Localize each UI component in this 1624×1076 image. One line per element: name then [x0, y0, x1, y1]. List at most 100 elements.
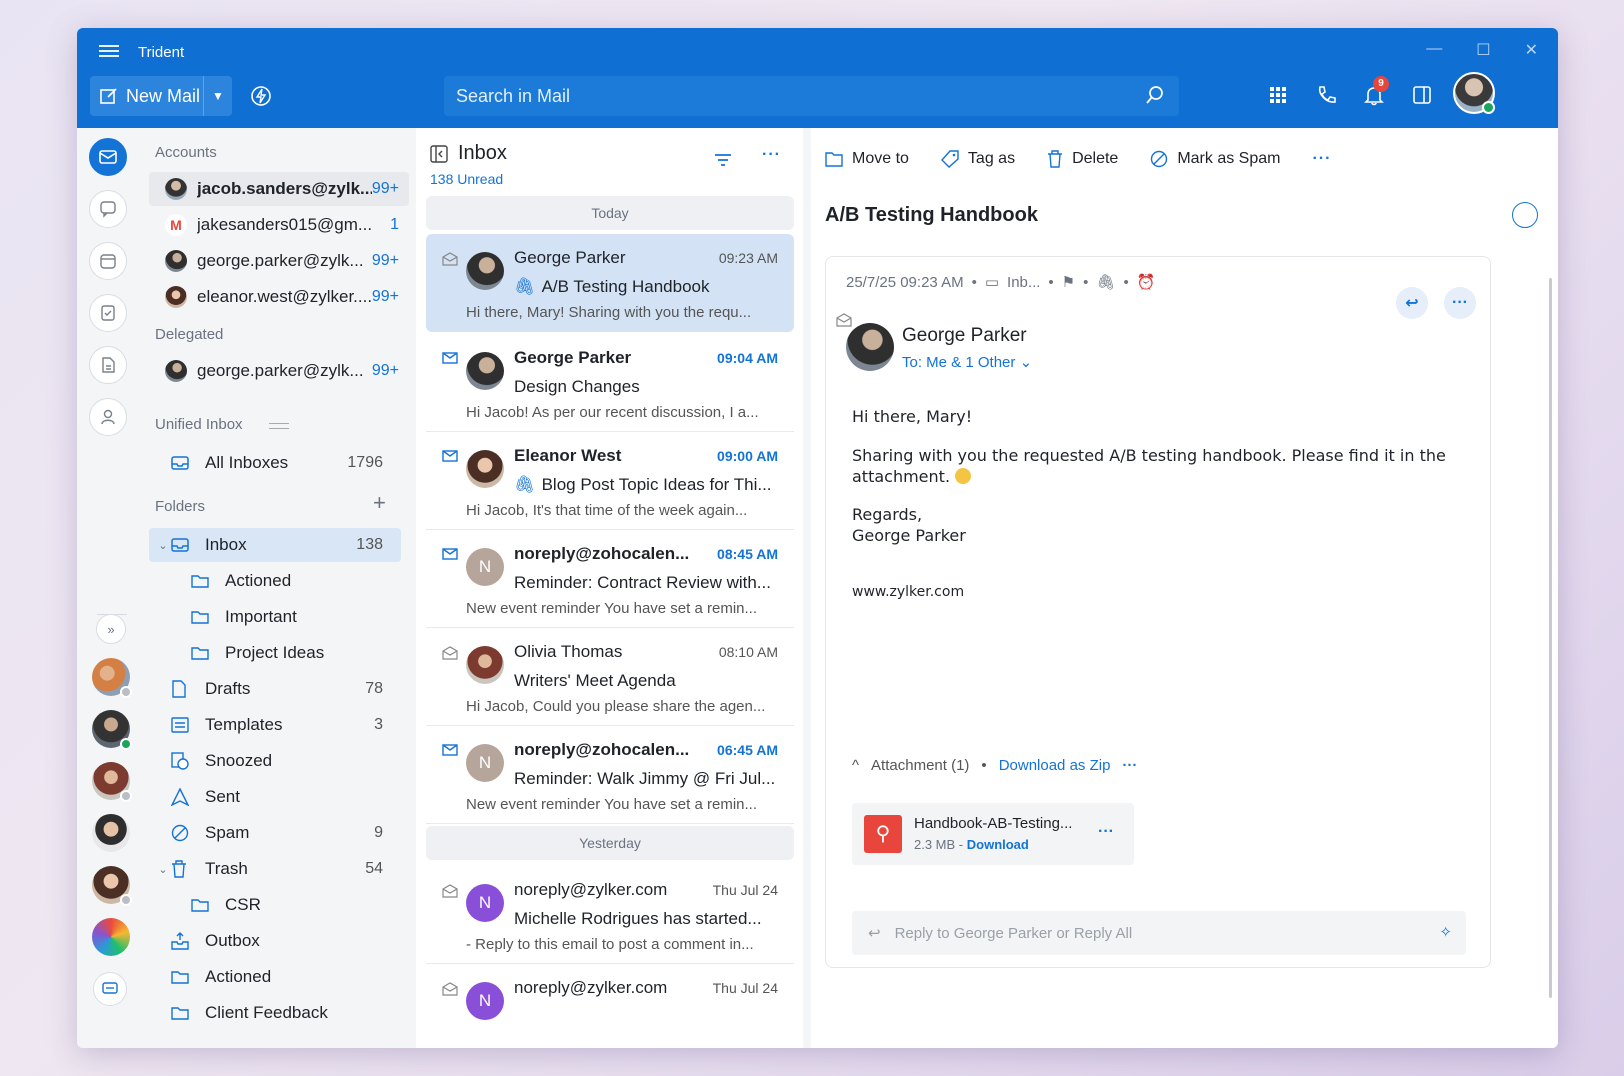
read-envelope-icon[interactable]	[442, 252, 458, 266]
attachment-label[interactable]: Attachment (1)	[871, 757, 969, 774]
chevron-down-icon[interactable]: ⌄	[155, 863, 171, 876]
mail-item[interactable]: Olivia Thomas 08:10 AM Writers' Meet Age…	[426, 628, 794, 726]
feedback-icon[interactable]	[93, 972, 127, 1006]
resize-grip[interactable]	[269, 423, 289, 429]
chat-app-icon[interactable]	[89, 190, 127, 228]
contact-avatar[interactable]	[92, 710, 132, 750]
download-zip-link[interactable]: Download as Zip	[999, 757, 1111, 774]
delete-button[interactable]: Delete	[1047, 150, 1118, 168]
folder-actioned[interactable]: Actioned	[149, 960, 401, 994]
new-mail-button[interactable]: New Mail ▼	[90, 76, 232, 116]
mail-sender: noreply@zylker.com	[514, 880, 668, 899]
recipients-toggle[interactable]: To: Me & 1 Other ⌄	[902, 353, 1032, 371]
mail-item[interactable]: N noreply@zylker.com Thu Jul 24 Michelle…	[426, 866, 794, 964]
reminder-clock-icon[interactable]: ⏰	[1137, 273, 1156, 291]
share-icon[interactable]	[1512, 202, 1538, 228]
message-folder[interactable]: Inb...	[1007, 274, 1040, 291]
folder-templates[interactable]: Templates 3	[149, 708, 401, 742]
filter-icon[interactable]	[714, 152, 732, 168]
folder-drafts[interactable]: Drafts 78	[149, 672, 401, 706]
folder-spam[interactable]: Spam 9	[149, 816, 401, 850]
expand-rail-icon[interactable]: »	[96, 614, 126, 644]
folder-snoozed[interactable]: Snoozed	[149, 744, 401, 778]
unread-envelope-icon[interactable]	[442, 450, 458, 462]
apps-grid-icon[interactable]	[1267, 84, 1289, 106]
scrollbar[interactable]	[1549, 278, 1552, 998]
maximize-icon[interactable]: ☐	[1476, 40, 1490, 60]
contact-avatar[interactable]	[92, 658, 132, 698]
sender-avatar[interactable]	[846, 323, 894, 371]
contacts-app-icon[interactable]	[89, 398, 127, 436]
unread-envelope-icon[interactable]	[442, 548, 458, 560]
folder-sent[interactable]: Sent	[149, 780, 401, 814]
folder-actioned[interactable]: Actioned	[149, 564, 401, 598]
folder-trash[interactable]: ⌄ Trash 54	[149, 852, 401, 886]
hamburger-menu-icon[interactable]	[99, 42, 119, 62]
notes-app-icon[interactable]	[89, 346, 127, 384]
mail-app-icon[interactable]	[89, 138, 127, 176]
contact-avatar[interactable]	[92, 918, 130, 956]
close-icon[interactable]: ✕	[1525, 40, 1538, 60]
folder-outbox[interactable]: Outbox	[149, 924, 401, 958]
tasks-app-icon[interactable]	[89, 294, 127, 332]
attachment-options-icon[interactable]: ···	[1098, 823, 1114, 841]
add-folder-icon[interactable]: +	[373, 490, 386, 516]
more-options-icon[interactable]: ···	[762, 146, 781, 168]
contact-avatar[interactable]	[92, 814, 130, 852]
user-avatar[interactable]	[1453, 72, 1495, 114]
chevron-up-icon[interactable]: ^	[852, 757, 859, 774]
unread-envelope-icon[interactable]	[442, 352, 458, 364]
account-item[interactable]: eleanor.west@zylker.... 99+	[149, 280, 409, 314]
tag-as-button[interactable]: Tag as	[940, 150, 1015, 168]
mail-item[interactable]: Eleanor West 09:00 AM 🖇 Blog Post Topic I…	[426, 432, 794, 530]
attachment-card[interactable]: ⚲ Handbook-AB-Testing... 2.3 MB - Downlo…	[852, 803, 1134, 865]
attachment-download-link[interactable]: Download	[967, 837, 1029, 852]
folder-client-feedback[interactable]: Client Feedback	[149, 996, 401, 1030]
chevron-down-icon[interactable]: ⌄	[155, 539, 171, 552]
read-envelope-icon[interactable]	[442, 982, 458, 996]
minimize-icon[interactable]: —	[1426, 40, 1442, 60]
ai-sparkle-icon[interactable]: ✧	[1439, 923, 1452, 941]
mark-as-spam-button[interactable]: Mark as Spam	[1150, 150, 1280, 168]
folder-csr[interactable]: CSR	[149, 888, 401, 922]
sender-name[interactable]: George Parker	[902, 325, 1027, 347]
mail-item[interactable]: N noreply@zohocalen... 08:45 AM Reminder…	[426, 530, 794, 628]
phone-icon[interactable]	[1315, 84, 1337, 106]
chevron-down-icon[interactable]: ▼	[204, 89, 232, 103]
calendar-app-icon[interactable]	[89, 242, 127, 280]
contact-avatar[interactable]	[92, 866, 132, 906]
contact-avatar[interactable]	[92, 762, 132, 802]
read-envelope-icon[interactable]	[442, 884, 458, 898]
mail-item[interactable]: George Parker 09:04 AM Design Changes Hi…	[426, 334, 794, 432]
quick-actions-icon[interactable]	[249, 84, 273, 108]
move-to-button[interactable]: Move to	[825, 150, 909, 168]
collapse-pane-icon[interactable]	[430, 144, 448, 163]
quick-reply-input[interactable]: ↩ Reply to George Parker or Reply All ✧	[852, 911, 1466, 955]
flag-icon[interactable]: ⚑	[1062, 273, 1075, 291]
unread-envelope-icon[interactable]	[442, 744, 458, 756]
side-panel-icon[interactable]	[1411, 84, 1433, 106]
search-input[interactable]: Search in Mail	[444, 76, 1179, 116]
folder-project-ideas[interactable]: Project Ideas	[149, 636, 401, 670]
attachment-more-icon[interactable]: ···	[1122, 757, 1137, 774]
paperclip-icon[interactable]: 🖇	[1096, 273, 1115, 291]
more-actions-icon[interactable]: ···	[1312, 150, 1331, 168]
reply-button[interactable]: ↩	[1396, 287, 1428, 319]
notifications-button[interactable]: 9	[1363, 76, 1389, 106]
mail-item[interactable]: N noreply@zohocalen... 06:45 AM Reminder…	[426, 726, 794, 824]
account-item[interactable]: george.parker@zylk... 99+	[149, 244, 409, 278]
message-more-button[interactable]: ···	[1444, 287, 1476, 319]
read-envelope-icon[interactable]	[442, 646, 458, 660]
signature-url[interactable]: www.zylker.com	[852, 583, 1462, 601]
folder-all-inboxes[interactable]: All Inboxes 1796	[149, 446, 401, 480]
delegated-account-item[interactable]: george.parker@zylk... 99+	[149, 354, 409, 388]
unread-count[interactable]: 138 Unread	[430, 171, 507, 187]
account-item[interactable]: M jakesanders015@gm... 1	[149, 208, 409, 242]
mail-item[interactable]: George Parker 09:23 AM 🖇 A/B Testing Hand…	[426, 234, 794, 332]
inbox-tray-icon[interactable]: ▭	[985, 273, 999, 291]
folder-inbox[interactable]: ⌄ Inbox 138	[149, 528, 401, 562]
mail-item[interactable]: N noreply@zylker.com Thu Jul 24	[426, 964, 794, 1048]
search-icon[interactable]	[1145, 85, 1165, 105]
account-item[interactable]: jacob.sanders@zylk... 99+	[149, 172, 409, 206]
folder-important[interactable]: Important	[149, 600, 401, 634]
